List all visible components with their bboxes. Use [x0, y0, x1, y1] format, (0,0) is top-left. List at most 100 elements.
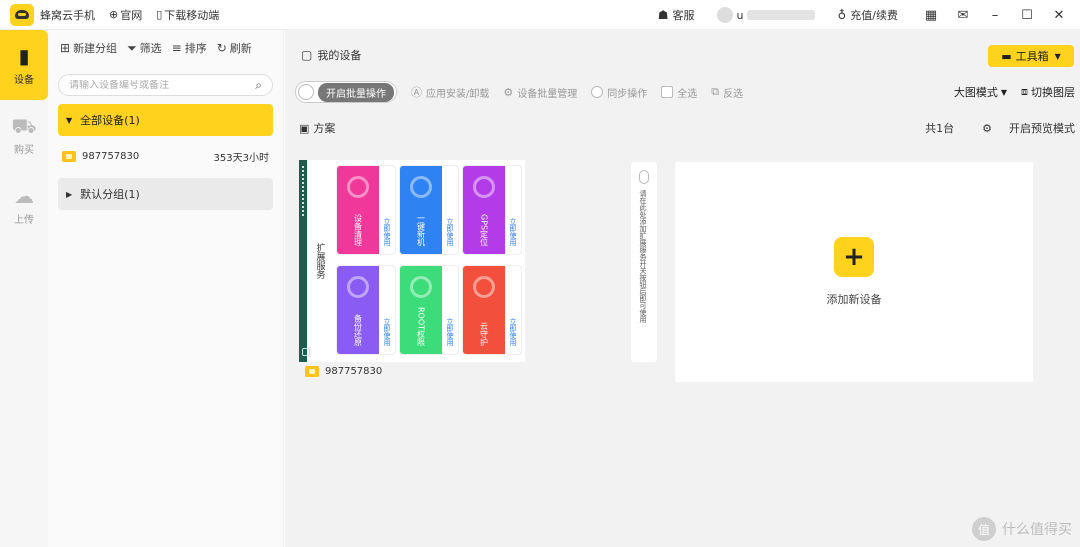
- preview-mode-button[interactable]: ⚙ 开启预览模式: [968, 120, 1075, 136]
- invert-selection-button[interactable]: ⧉ 反选: [711, 85, 743, 100]
- tile-name: 备份还原: [353, 314, 363, 346]
- tile-action-label: 立即使用: [383, 218, 391, 246]
- tile-action[interactable]: 立即使用: [505, 266, 521, 354]
- left-nav: ▮ 设备 ⛟ 购买 ☁ 上传: [0, 30, 48, 547]
- batch-toggle[interactable]: 开启批量操作: [295, 81, 397, 103]
- tile-action-label: 立即使用: [446, 218, 454, 246]
- tile-name: 云守护: [479, 322, 489, 346]
- app-name: 蜂窝云手机: [40, 8, 95, 22]
- tile-name: GPS定位: [479, 213, 489, 246]
- download-mobile-link[interactable]: ▯ 下载移动端: [156, 7, 219, 23]
- tile-glyph-icon: [410, 176, 432, 198]
- tile-name: 设备清理: [353, 214, 363, 246]
- search-input[interactable]: [69, 79, 256, 91]
- extension-banner: 请在此处添加扩展服务开关按钮后即可使用: [631, 162, 657, 362]
- tile-face: 一键新机: [400, 166, 442, 254]
- batch-manage-button[interactable]: ⚙ 设备批量管理: [503, 85, 577, 100]
- tile-action-label: 立即使用: [383, 318, 391, 346]
- solution-button[interactable]: 方案: [313, 120, 335, 136]
- sort-button[interactable]: ≡ 排序: [172, 40, 207, 56]
- group-panel: ⊞新建分组 ⏷筛选 ≡排序 ↻刷新 ⌕ ▼ 全部设备(1) 987757830 …: [48, 30, 284, 547]
- service-tile[interactable]: ROOT权限 立即使用: [400, 266, 458, 354]
- tile-action[interactable]: 立即使用: [379, 166, 395, 254]
- scheme-icon: ▣: [299, 121, 310, 135]
- nav-item-device[interactable]: ▮ 设备: [0, 30, 48, 100]
- filter-icon: ⏷: [127, 40, 137, 55]
- tile-action-label: 立即使用: [509, 218, 517, 246]
- headset-icon: ☗: [657, 8, 669, 22]
- sync-option[interactable]: 同步操作: [591, 85, 647, 100]
- gear-icon: ⚙: [982, 121, 992, 135]
- folder-plus-icon: ⊞: [60, 41, 71, 55]
- main-area: ▢ 我的设备 ▬ 工具箱 ▼ 开启批量操作 Ⓐ 应用安装/卸载 ⚙ 设备批量管理 同…: [285, 30, 1080, 547]
- user-account[interactable]: u: [716, 7, 816, 23]
- recharge-button[interactable]: ♁ 充值/续费: [837, 7, 898, 23]
- qrcode-icon[interactable]: ▦: [920, 5, 942, 25]
- watermark: 值 什么值得买: [972, 517, 1072, 541]
- service-tile[interactable]: 云守护 立即使用: [463, 266, 521, 354]
- tile-action[interactable]: 立即使用: [442, 266, 458, 354]
- tile-face: GPS定位: [463, 166, 505, 254]
- caret-right-icon: ▶: [66, 189, 73, 199]
- add-device-card[interactable]: + 添加新设备: [675, 162, 1033, 382]
- redacted-username: [747, 10, 816, 20]
- watermark-badge: 值: [972, 517, 996, 541]
- tile-face: 设备清理: [337, 166, 379, 254]
- plus-icon[interactable]: +: [834, 237, 874, 277]
- nav-item-upload[interactable]: ☁ 上传: [0, 170, 48, 240]
- customer-service-button[interactable]: ☗ 客服: [658, 7, 695, 23]
- sync-radio: [591, 86, 604, 98]
- minimize-button[interactable]: –: [984, 5, 1006, 25]
- avatar: [716, 7, 733, 23]
- tile-action[interactable]: 立即使用: [379, 266, 395, 354]
- tile-action-label: 立即使用: [446, 318, 454, 346]
- service-tile[interactable]: 一键新机 立即使用: [400, 166, 458, 254]
- mail-icon[interactable]: ✉: [952, 5, 974, 25]
- page-header: ▢ 我的设备: [285, 30, 1080, 80]
- toolbox-dropdown[interactable]: ▬ 工具箱 ▼: [988, 45, 1074, 67]
- search-icon[interactable]: ⌕: [255, 78, 262, 93]
- device-label: 987757830: [305, 366, 382, 377]
- select-all-option[interactable]: 全选: [661, 85, 697, 100]
- nav-item-buy[interactable]: ⛟ 购买: [0, 100, 48, 170]
- switch-icon[interactable]: [639, 170, 649, 184]
- tile-name: ROOT权限: [416, 306, 426, 346]
- status-icons: [302, 166, 310, 216]
- service-tiles: 设备清理 立即使用 一键新机 立即使用 GPS定位 立即使用 备份还原 立即使用 ROOT权限立…: [333, 160, 525, 362]
- tile-action[interactable]: 立即使用: [442, 166, 458, 254]
- phone-status-bar: [299, 160, 310, 362]
- tile-action[interactable]: 立即使用: [505, 166, 521, 254]
- close-button[interactable]: ✕: [1048, 5, 1070, 25]
- crown-icon: [62, 150, 76, 162]
- phone-icon: ▯: [156, 8, 163, 21]
- copy-icon: ⧉: [711, 85, 720, 98]
- official-site-link[interactable]: ⊕ 官网: [109, 7, 142, 23]
- phone-outline-icon: ▢: [301, 48, 313, 62]
- switch-layer-button[interactable]: ⧈ 切换图层: [1021, 84, 1075, 100]
- page-title: 我的设备: [317, 49, 362, 62]
- service-tile[interactable]: 设备清理 立即使用: [337, 166, 395, 254]
- service-tile[interactable]: 备份还原 立即使用: [337, 266, 395, 354]
- layers-icon: ⧈: [1021, 85, 1028, 98]
- home-icon: [302, 348, 310, 356]
- device-icon: ▮: [18, 43, 30, 68]
- tile-name: 一键新机: [416, 214, 426, 246]
- service-tile[interactable]: GPS定位 立即使用: [463, 166, 521, 254]
- view-mode-dropdown[interactable]: 大图模式 ▼: [954, 84, 1007, 100]
- new-group-button[interactable]: ⊞ 新建分组: [60, 40, 117, 56]
- refresh-button[interactable]: ↻ 刷新: [217, 40, 252, 56]
- list-item[interactable]: 987757830 353天3小时: [58, 142, 273, 170]
- group-default[interactable]: ▶ 默认分组(1): [58, 178, 273, 210]
- filter-button[interactable]: ⏷ 筛选: [127, 40, 162, 56]
- install-uninstall-button[interactable]: Ⓐ 应用安装/卸载: [411, 84, 489, 100]
- select-all-checkbox: [661, 86, 674, 98]
- screen-title: 扩展服务: [314, 243, 325, 279]
- tile-action-label: 立即使用: [509, 318, 517, 346]
- device-count: 共1台: [925, 122, 955, 135]
- device-preview[interactable]: 扩展服务 设备清理 立即使用 一键新机 立即使用 GPS定位 立即使用 备份还原 立即使用 RO…: [299, 160, 525, 362]
- tile-glyph-icon: [347, 276, 369, 298]
- chevron-down-icon: ▼: [1000, 87, 1007, 97]
- group-all-devices[interactable]: ▼ 全部设备(1): [58, 104, 273, 136]
- maximize-button[interactable]: ☐: [1016, 5, 1038, 25]
- crown-icon: [305, 366, 319, 377]
